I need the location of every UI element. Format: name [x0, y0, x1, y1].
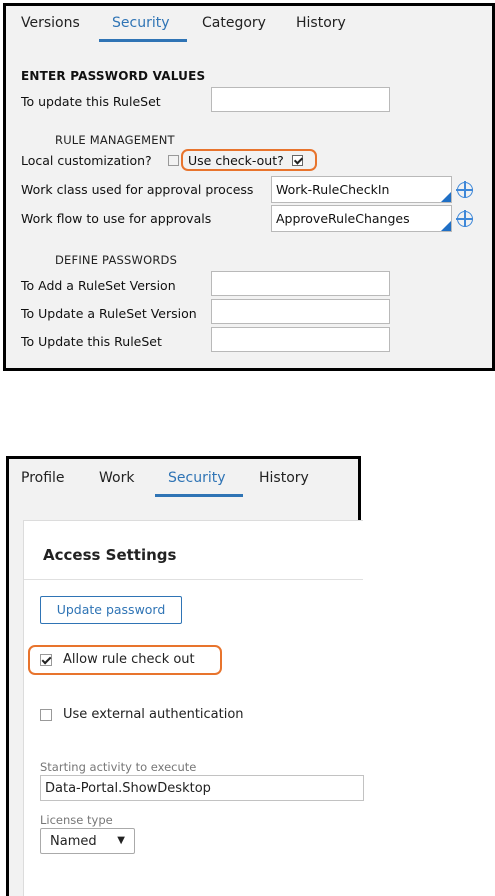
use-checkout-checkbox[interactable]	[292, 155, 303, 166]
update-password-button[interactable]: Update password	[40, 596, 182, 624]
work-flow-label: Work flow to use for approvals	[21, 211, 212, 226]
allow-checkout-label: Allow rule check out	[63, 652, 195, 667]
starting-activity-input[interactable]: Data-Portal.ShowDesktop	[40, 775, 364, 801]
crosshair-target-icon[interactable]	[456, 181, 473, 198]
local-customization-checkbox[interactable]	[168, 155, 179, 166]
work-class-label: Work class used for approval process	[21, 182, 254, 197]
external-auth-checkbox[interactable]	[40, 709, 52, 721]
crosshair-target-icon[interactable]	[456, 210, 473, 227]
allow-checkout-checkbox[interactable]	[40, 654, 52, 666]
autocomplete-indicator-icon	[441, 221, 451, 231]
tab-profile[interactable]: Profile	[21, 470, 65, 486]
chevron-down-icon: ▼	[117, 835, 125, 846]
work-flow-value: ApproveRuleChanges	[276, 211, 410, 226]
use-checkout-label: Use check-out?	[188, 153, 284, 168]
license-type-label: License type	[40, 813, 113, 827]
license-type-value: Named	[50, 834, 97, 849]
tab-work[interactable]: Work	[99, 470, 134, 486]
work-class-input[interactable]: Work-RuleCheckIn	[271, 176, 452, 203]
ruleset-security-panel: Versions Security Category History ENTER…	[3, 3, 495, 371]
tab-history[interactable]: History	[259, 470, 309, 486]
tab-category[interactable]: Category	[202, 15, 266, 31]
update-ruleset-password-input[interactable]	[211, 87, 390, 112]
update-version-password-input[interactable]	[211, 299, 390, 324]
operator-security-panel: Profile Work Security History Access Set…	[6, 456, 364, 896]
update-version-label: To Update a RuleSet Version	[21, 306, 197, 321]
tab-history[interactable]: History	[296, 15, 346, 31]
work-flow-input[interactable]: ApproveRuleChanges	[271, 205, 452, 232]
add-version-label: To Add a RuleSet Version	[21, 278, 176, 293]
license-type-select[interactable]: Named ▼	[40, 828, 135, 854]
enter-password-heading: ENTER PASSWORD VALUES	[21, 69, 206, 83]
active-tab-underline	[99, 39, 187, 42]
work-class-value: Work-RuleCheckIn	[276, 182, 390, 197]
card-divider	[24, 579, 363, 580]
active-tab-underline	[155, 494, 243, 497]
access-settings-title: Access Settings	[43, 546, 177, 564]
tab-versions[interactable]: Versions	[21, 15, 80, 31]
access-settings-card: Access Settings Update password Allow ru…	[23, 520, 364, 896]
update-this-password-input[interactable]	[211, 327, 390, 352]
update-ruleset-label: To update this RuleSet	[21, 94, 161, 109]
tab-security[interactable]: Security	[112, 15, 170, 31]
local-customization-label: Local customization?	[21, 153, 152, 168]
starting-activity-label: Starting activity to execute	[40, 760, 197, 774]
add-version-password-input[interactable]	[211, 271, 390, 296]
external-auth-label: Use external authentication	[63, 707, 244, 722]
autocomplete-indicator-icon	[441, 192, 451, 202]
ruleset-tab-bar: Versions Security Category History	[6, 6, 492, 46]
define-passwords-heading: DEFINE PASSWORDS	[55, 253, 178, 267]
rule-management-heading: RULE MANAGEMENT	[55, 133, 175, 147]
update-this-label: To Update this RuleSet	[21, 334, 162, 349]
tab-security[interactable]: Security	[168, 470, 226, 486]
